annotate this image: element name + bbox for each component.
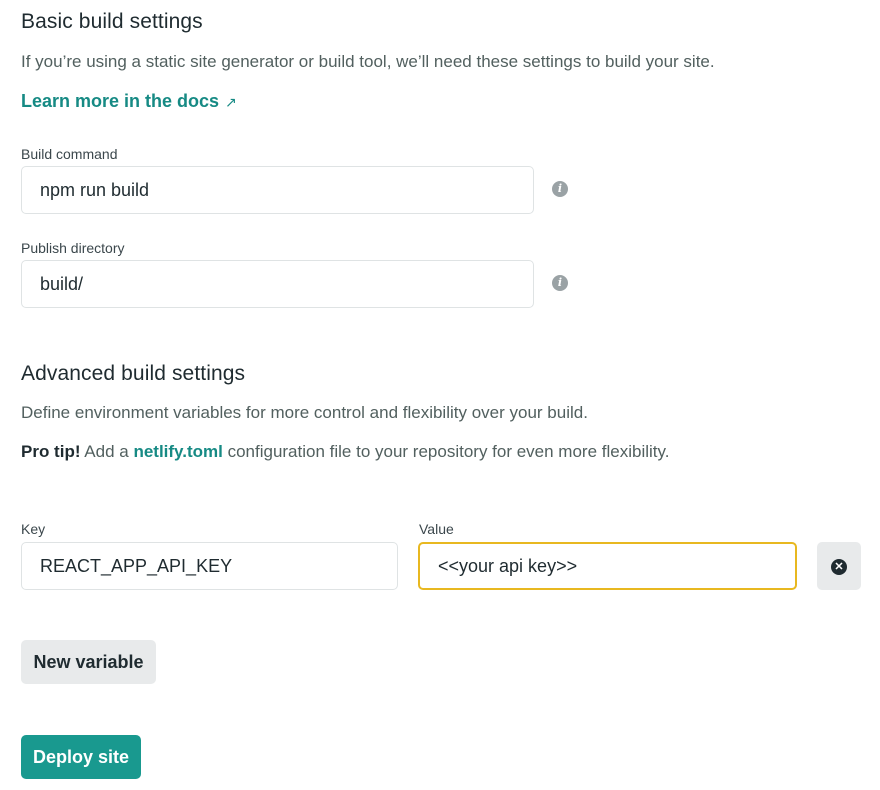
publish-directory-label: Publish directory (21, 240, 125, 256)
advanced-settings-description: Define environment variables for more co… (21, 403, 588, 422)
info-icon[interactable]: i (552, 275, 568, 291)
publish-directory-input[interactable] (21, 260, 534, 308)
close-circle-icon: ✕ (831, 559, 847, 575)
learn-more-link[interactable]: Learn more in the docs ↗ (21, 91, 237, 112)
build-command-input[interactable] (21, 166, 534, 214)
env-key-input[interactable] (21, 542, 398, 590)
value-label: Value (419, 521, 454, 537)
env-value-input[interactable] (418, 542, 797, 590)
pro-tip-post: configuration file to your repository fo… (222, 442, 670, 461)
pro-tip-pre: Add a (80, 442, 134, 461)
remove-variable-button[interactable]: ✕ (817, 542, 861, 590)
deploy-site-button[interactable]: Deploy site (21, 735, 141, 779)
basic-settings-title: Basic build settings (21, 10, 203, 33)
advanced-settings-title: Advanced build settings (21, 362, 246, 385)
build-command-label: Build command (21, 146, 118, 162)
learn-more-label: Learn more in the docs (21, 91, 220, 111)
pro-tip: Pro tip! Add a netlify.toml configuratio… (21, 442, 669, 462)
basic-settings-description: If you’re using a static site generator … (21, 52, 715, 71)
info-icon[interactable]: i (552, 181, 568, 197)
netlify-toml-link[interactable]: netlify.toml (133, 442, 222, 461)
pro-tip-bold: Pro tip! (21, 442, 81, 461)
key-label: Key (21, 521, 46, 537)
external-link-icon: ↗ (225, 94, 237, 110)
new-variable-button[interactable]: New variable (21, 640, 156, 684)
